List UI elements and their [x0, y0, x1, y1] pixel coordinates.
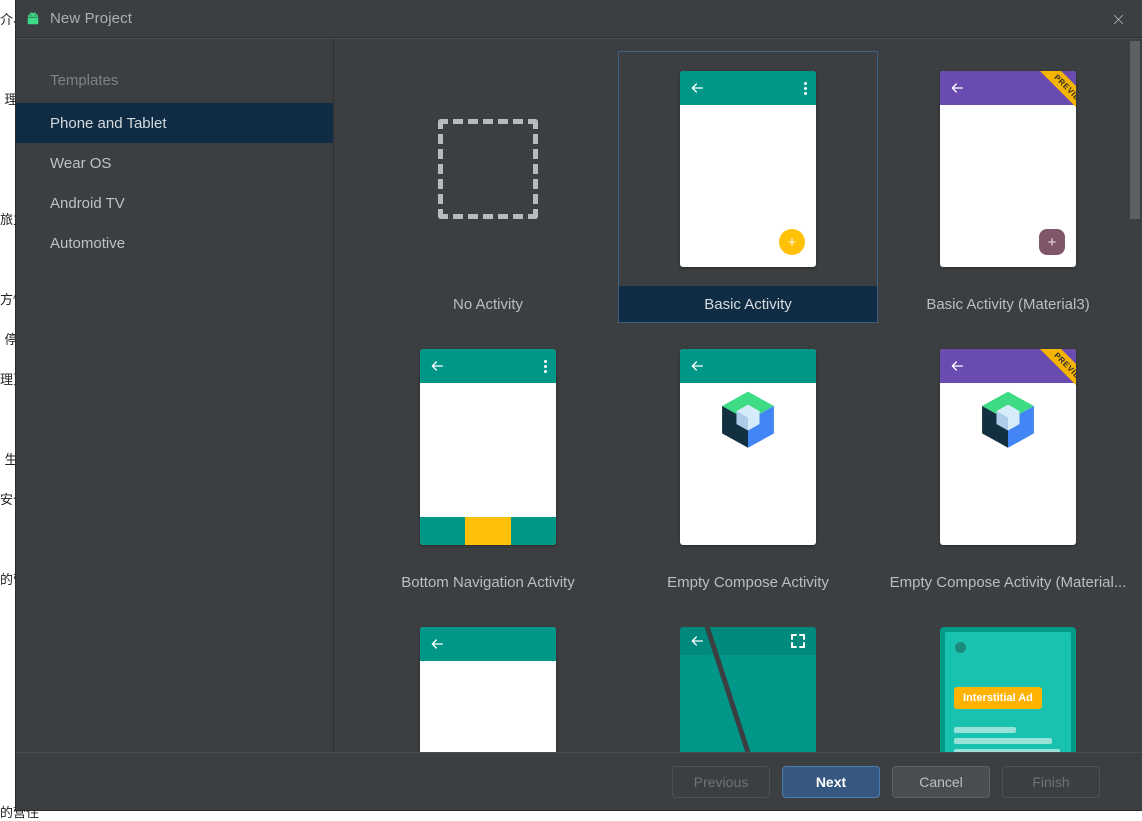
back-arrow-icon	[949, 358, 965, 374]
phone-mock: PREVIEW	[940, 349, 1076, 545]
phone-mock: +	[680, 71, 816, 267]
template-label: Basic Activity	[619, 286, 877, 322]
back-arrow-icon	[429, 358, 445, 374]
dialog-titlebar: New Project	[16, 0, 1142, 38]
template-thumbnail-empty-activity	[359, 608, 617, 752]
template-label: No Activity	[452, 295, 524, 313]
phone-appbar	[940, 349, 1076, 383]
sidebar-item-phone-and-tablet[interactable]: Phone and Tablet	[16, 103, 333, 143]
template-label: Empty Compose Activity (Material...	[889, 573, 1127, 591]
phone-content	[680, 383, 816, 455]
phone-mock	[680, 627, 816, 752]
phone-appbar	[420, 627, 556, 661]
back-arrow-icon	[429, 636, 445, 652]
dialog-body: Templates Phone and Tablet Wear OS Andro…	[16, 38, 1142, 752]
overflow-menu-icon	[1064, 81, 1067, 95]
phone-appbar	[940, 71, 1076, 105]
sidebar-item-automotive[interactable]: Automotive	[16, 223, 333, 263]
template-label: Empty Compose Activity	[667, 573, 829, 591]
sidebar-header: Templates	[50, 71, 119, 89]
template-card-no-activity[interactable]: No Activity	[358, 47, 618, 325]
templates-scrollbar-track[interactable]	[1128, 39, 1142, 752]
templates-scrollbar-thumb[interactable]	[1130, 41, 1140, 219]
dashed-placeholder-icon	[438, 119, 538, 219]
close-icon[interactable]	[1094, 0, 1142, 38]
ad-content: Interstitial Ad	[945, 632, 1071, 752]
phone-mock: + PREVIEW	[940, 71, 1076, 267]
overflow-menu-icon	[804, 81, 807, 95]
overflow-menu-icon	[544, 359, 547, 373]
template-card-empty-compose-activity[interactable]: Empty Compose Activity	[618, 325, 878, 603]
ad-line	[954, 738, 1052, 744]
phone-appbar	[680, 71, 816, 105]
sidebar-item-android-tv[interactable]: Android TV	[16, 183, 333, 223]
phone-appbar	[420, 349, 556, 383]
bottom-navigation-bar	[420, 517, 556, 545]
templates-sidebar: Templates Phone and Tablet Wear OS Andro…	[16, 39, 334, 752]
template-thumbnail-fullscreen-activity	[619, 608, 877, 752]
interstitial-ad-badge: Interstitial Ad	[954, 687, 1042, 709]
jetpack-compose-icon	[712, 383, 784, 455]
template-thumbnail-empty-compose-activity	[619, 330, 877, 564]
phone-mock	[420, 349, 556, 545]
template-thumbnail-interstitial-ad: Interstitial Ad	[879, 608, 1137, 752]
template-card-fullscreen-activity[interactable]	[618, 603, 878, 752]
back-arrow-icon	[689, 358, 705, 374]
fab-icon: +	[779, 229, 805, 255]
phone-appbar	[680, 627, 816, 655]
template-thumbnail-empty-compose-activity-material3: PREVIEW	[879, 330, 1137, 564]
sidebar-item-label: Automotive	[50, 234, 126, 252]
template-label: Bottom Navigation Activity	[401, 573, 575, 591]
phone-mock	[420, 627, 556, 752]
back-arrow-icon	[949, 80, 965, 96]
template-card-basic-activity-material3[interactable]: + PREVIEW Basic Activity (Material3)	[878, 47, 1138, 325]
template-card-empty-compose-activity-material3[interactable]: PREVIEW Empty Compose Activity (Material…	[878, 325, 1138, 603]
cancel-button[interactable]: Cancel	[892, 765, 990, 798]
bottom-nav-item	[510, 517, 556, 545]
template-thumbnail-bottom-navigation-activity	[359, 330, 617, 564]
ad-close-dot-icon	[955, 642, 966, 653]
template-thumbnail-basic-activity: +	[619, 52, 877, 286]
sidebar-item-label: Android TV	[50, 194, 125, 212]
phone-content	[940, 383, 1076, 455]
fab-icon: +	[1039, 229, 1065, 255]
bottom-nav-item	[420, 517, 466, 545]
previous-button[interactable]: Previous	[672, 765, 770, 798]
template-card-empty-activity[interactable]	[358, 603, 618, 752]
ad-line	[954, 749, 1060, 752]
back-arrow-icon	[689, 633, 705, 649]
template-label: Basic Activity (Material3)	[926, 295, 1090, 313]
ad-line	[954, 727, 1016, 733]
sidebar-item-label: Phone and Tablet	[50, 114, 167, 132]
ad-placeholder-lines	[954, 727, 1060, 752]
templates-panel: No Activity + Basic Activity + PREVIEW B…	[334, 39, 1142, 752]
phone-mock	[680, 349, 816, 545]
phone-appbar	[680, 349, 816, 383]
dialog-footer: Previous Next Cancel Finish	[16, 752, 1142, 810]
android-icon	[24, 10, 42, 28]
new-project-dialog: New Project Templates Phone and Tablet W…	[16, 0, 1142, 810]
jetpack-compose-icon	[972, 383, 1044, 455]
dialog-title: New Project	[50, 10, 132, 27]
template-thumbnail-basic-activity-material3: + PREVIEW	[879, 52, 1137, 286]
template-card-interstitial-ad-activity[interactable]: Interstitial Ad	[878, 603, 1138, 752]
template-card-basic-activity[interactable]: + Basic Activity	[618, 47, 878, 325]
bottom-nav-item-active	[465, 517, 511, 545]
next-button[interactable]: Next	[782, 765, 880, 798]
sidebar-item-label: Wear OS	[50, 154, 112, 172]
template-card-bottom-navigation-activity[interactable]: Bottom Navigation Activity	[358, 325, 618, 603]
sidebar-item-wear-os[interactable]: Wear OS	[16, 143, 333, 183]
template-thumbnail-no-activity	[359, 52, 617, 286]
back-arrow-icon	[689, 80, 705, 96]
finish-button[interactable]: Finish	[1002, 765, 1100, 798]
templates-grid: No Activity + Basic Activity + PREVIEW B…	[334, 39, 1142, 752]
fullscreen-expand-icon	[789, 632, 807, 650]
phone-mock: Interstitial Ad	[940, 627, 1076, 752]
